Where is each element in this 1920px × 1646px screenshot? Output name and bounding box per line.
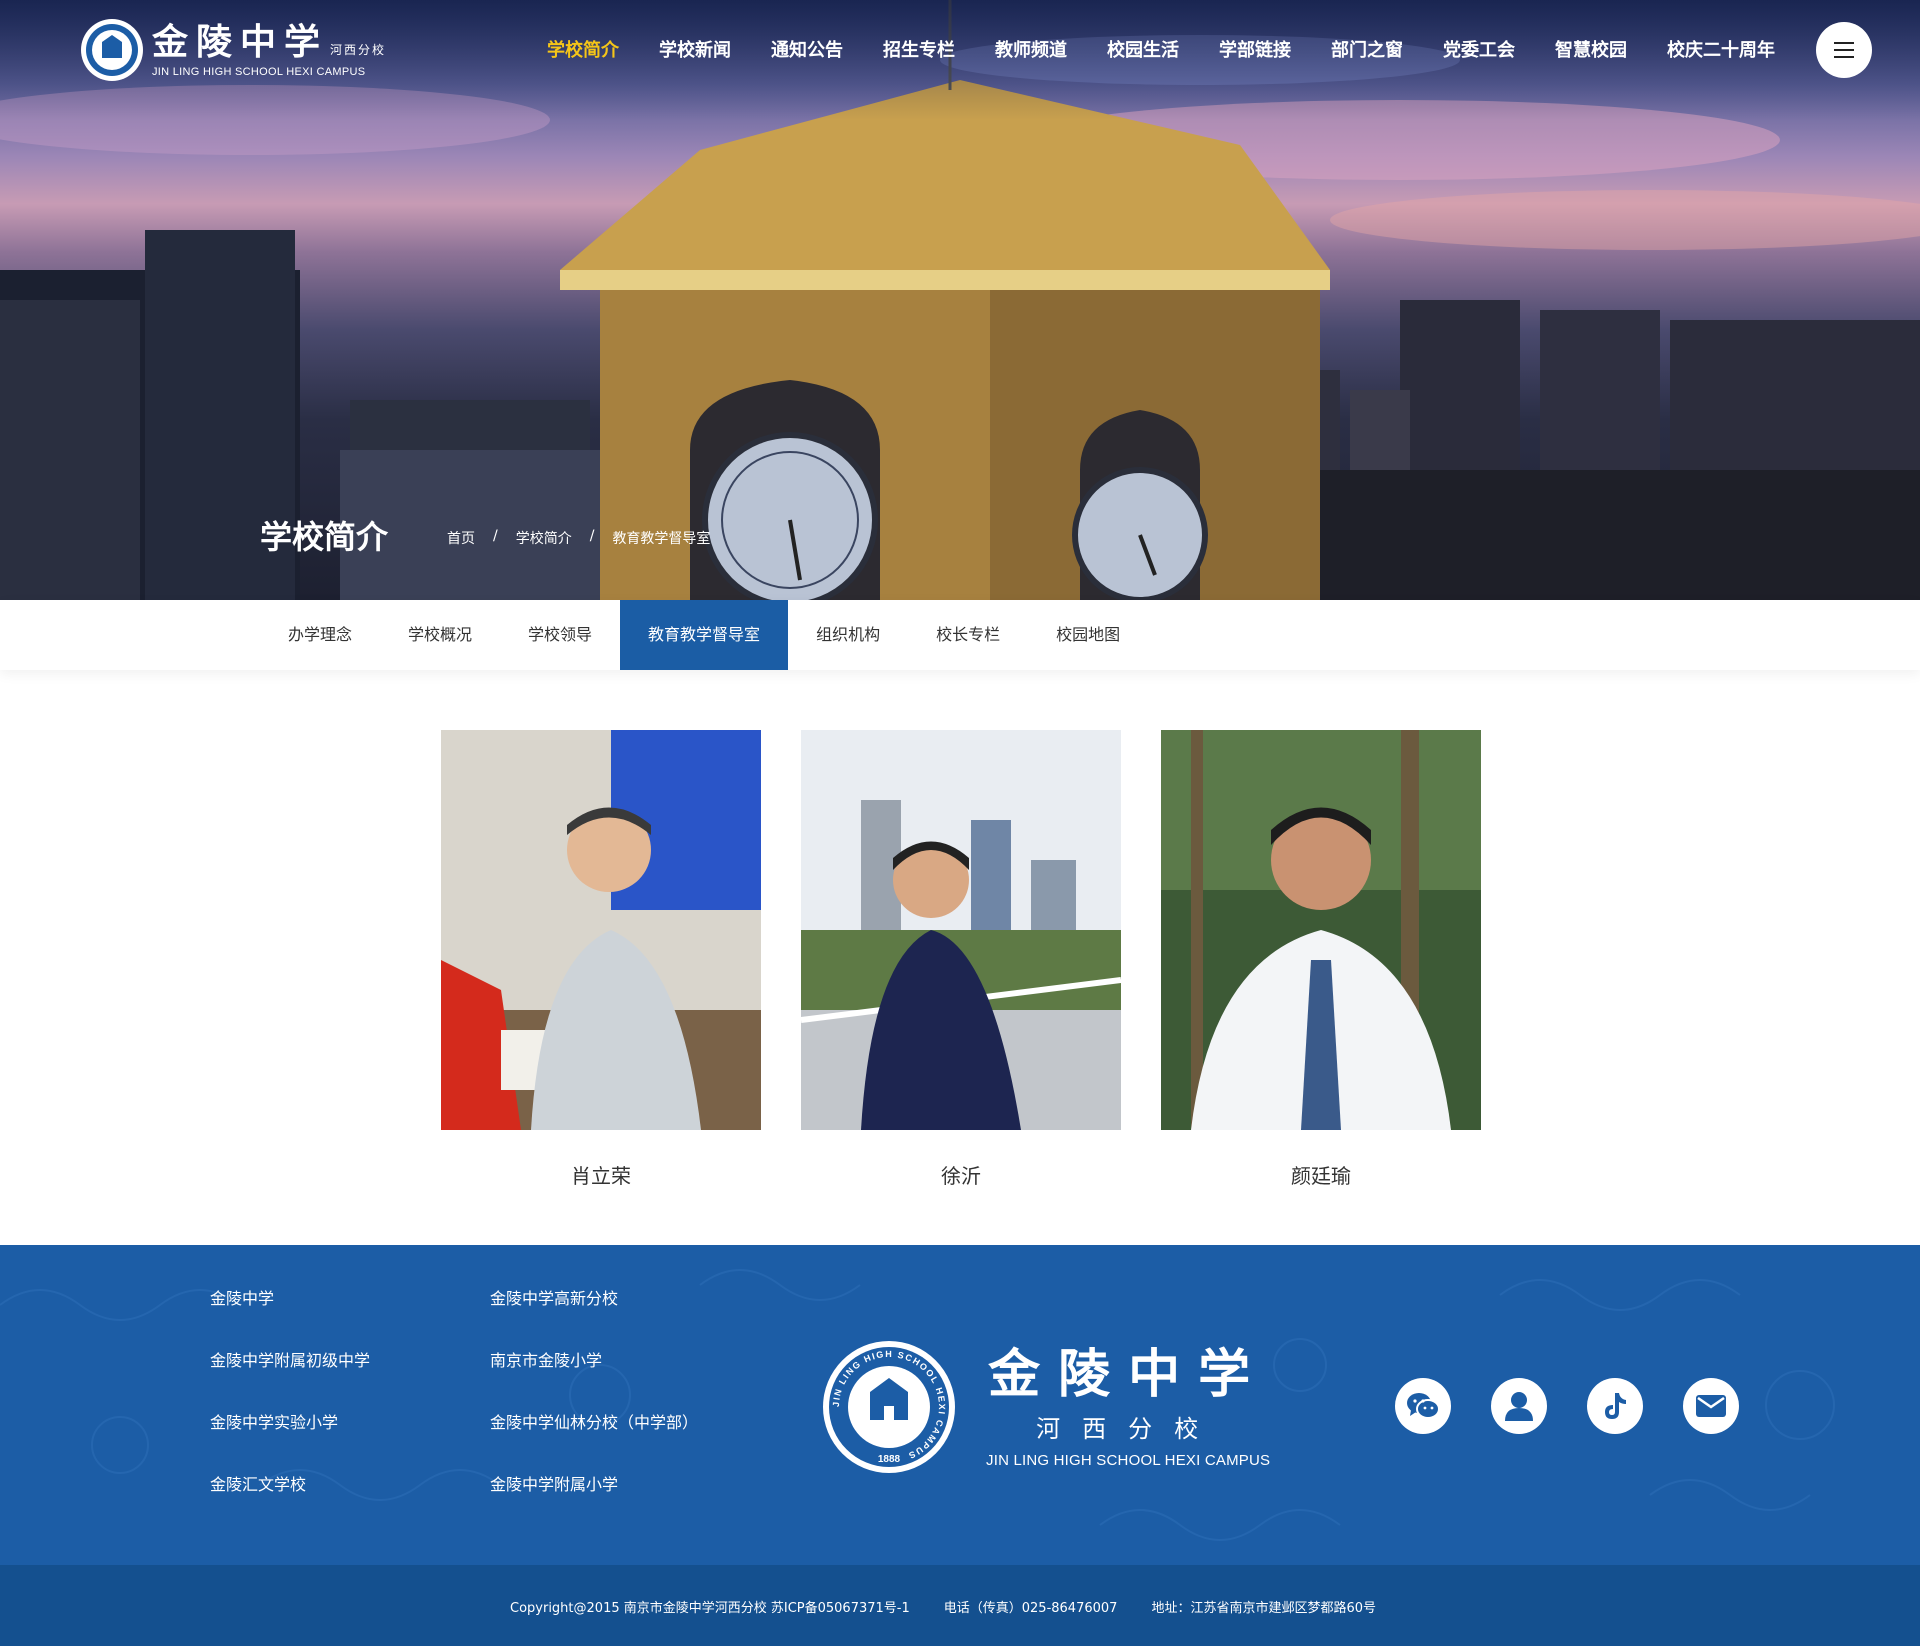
footer-link[interactable]: 金陵中学 (210, 1287, 490, 1311)
address-text: 地址：江苏省南京市建邺区梦都路60号 (1151, 1601, 1376, 1616)
staff-photo (1161, 730, 1481, 1130)
subnav-item-campus-map[interactable]: 校园地图 (1028, 600, 1148, 670)
footer-link[interactable]: 金陵汇文学校 (210, 1473, 490, 1497)
section-subnav: 办学理念 学校概况 学校领导 教育教学督导室 组织机构 校长专栏 校园地图 (0, 600, 1920, 670)
staff-card[interactable]: 颜廷瑜 (1161, 730, 1481, 1189)
nav-item-admissions[interactable]: 招生专栏 (883, 36, 955, 62)
footer-link[interactable]: 南京市金陵小学 (490, 1349, 770, 1373)
footer-link[interactable]: 金陵中学实验小学 (210, 1411, 490, 1435)
main-nav: 学校简介 学校新闻 通知公告 招生专栏 教师频道 校园生活 学部链接 部门之窗 … (507, 36, 1775, 62)
staff-list: 肖立荣 徐沂 颜廷瑜 (441, 730, 1481, 1189)
hamburger-icon (1834, 42, 1854, 44)
tiktok-icon (1605, 1393, 1626, 1419)
school-seal-icon: JIN LING HIGH SCHOOL HEXI CAMPUS 1888 (823, 1341, 955, 1473)
subnav-item-supervision-office[interactable]: 教育教学督导室 (620, 600, 789, 670)
staff-name: 颜廷瑜 (1291, 1164, 1351, 1188)
staff-name: 徐沂 (941, 1164, 981, 1188)
nav-item-notices[interactable]: 通知公告 (771, 36, 843, 62)
copyright-text: Copyright@2015 南京市金陵中学河西分校 苏ICP备05067371… (510, 1601, 910, 1616)
subnav-item-organization[interactable]: 组织机构 (788, 600, 908, 670)
staff-photo (801, 730, 1121, 1130)
footer-link[interactable]: 金陵中学附属小学 (490, 1473, 770, 1497)
staff-photo (441, 730, 761, 1130)
subnav-item-overview[interactable]: 学校概况 (380, 600, 500, 670)
page-title: 学校简介 (260, 518, 389, 556)
subnav-item-principal-column[interactable]: 校长专栏 (908, 600, 1028, 670)
nav-item-anniversary[interactable]: 校庆二十周年 (1667, 36, 1775, 62)
footer-link[interactable]: 金陵中学附属初级中学 (210, 1349, 490, 1373)
subnav-item-leadership[interactable]: 学校领导 (500, 600, 620, 670)
account-button[interactable] (1491, 1378, 1547, 1434)
logo-name-en: JIN LING HIGH SCHOOL HEXI CAMPUS (152, 66, 366, 78)
nav-item-division-links[interactable]: 学部链接 (1219, 36, 1291, 62)
staff-card[interactable]: 肖立荣 (441, 730, 761, 1189)
email-button[interactable] (1683, 1378, 1739, 1434)
svg-text:1888: 1888 (878, 1454, 901, 1465)
phone-text: 电话（传真）025-86476007 (943, 1601, 1118, 1616)
footer-link[interactable]: 金陵中学高新分校 (490, 1287, 770, 1311)
school-emblem-icon (81, 19, 143, 81)
partner-school-links: 金陵中学 金陵中学高新分校 金陵中学附属初级中学 南京市金陵小学 金陵中学实验小… (210, 1287, 770, 1497)
nav-item-campus-life[interactable]: 校园生活 (1107, 36, 1179, 62)
nav-item-departments[interactable]: 部门之窗 (1331, 36, 1403, 62)
breadcrumb-separator: / (589, 528, 595, 544)
subnav-item-philosophy[interactable]: 办学理念 (260, 600, 380, 670)
nav-item-school-intro[interactable]: 学校简介 (547, 36, 619, 62)
wechat-button[interactable] (1395, 1378, 1451, 1434)
footer-logo-name-cn: 金陵中学 (988, 1344, 1269, 1405)
social-links (1395, 1378, 1739, 1434)
breadcrumb-school-intro[interactable]: 学校简介 (516, 528, 572, 548)
site-footer: 金陵中学 金陵中学高新分校 金陵中学附属初级中学 南京市金陵小学 金陵中学实验小… (0, 1245, 1920, 1565)
nav-item-smart-campus[interactable]: 智慧校园 (1555, 36, 1627, 62)
footer-logo: JIN LING HIGH SCHOOL HEXI CAMPUS 1888 金陵… (822, 1340, 1270, 1474)
footer-logo-name-en: JIN LING HIGH SCHOOL HEXI CAMPUS (986, 1452, 1271, 1469)
wechat-icon (1407, 1393, 1440, 1419)
hero-banner: 金陵中学 河西分校 JIN LING HIGH SCHOOL HEXI CAMP… (0, 0, 1920, 600)
logo-name-cn: 金陵中学 (152, 21, 329, 63)
nav-item-teachers[interactable]: 教师频道 (995, 36, 1067, 62)
breadcrumb: 首页 / 学校简介 / 教育教学督导室 (447, 528, 710, 548)
breadcrumb-separator: / (493, 528, 498, 544)
staff-name: 肖立荣 (571, 1164, 631, 1188)
staff-card[interactable]: 徐沂 (801, 730, 1121, 1189)
footer-link[interactable]: 金陵中学仙林分校（中学部） (490, 1411, 770, 1435)
douyin-button[interactable] (1587, 1378, 1643, 1434)
logo-campus-cn: 河西分校 (330, 43, 387, 57)
hamburger-menu-button[interactable] (1816, 22, 1872, 78)
nav-item-party-union[interactable]: 党委工会 (1443, 36, 1515, 62)
copyright-bar: Copyright@2015 南京市金陵中学河西分校 苏ICP备05067371… (0, 1565, 1920, 1646)
site-logo[interactable]: 金陵中学 河西分校 JIN LING HIGH SCHOOL HEXI CAMP… (80, 18, 386, 82)
footer-logo-campus-cn: 河西分校 (1036, 1415, 1221, 1443)
user-icon (1505, 1392, 1533, 1421)
mail-icon (1696, 1395, 1726, 1417)
breadcrumb-home[interactable]: 首页 (447, 528, 475, 548)
nav-item-school-news[interactable]: 学校新闻 (659, 36, 731, 62)
breadcrumb-current: 教育教学督导室 (612, 531, 711, 547)
